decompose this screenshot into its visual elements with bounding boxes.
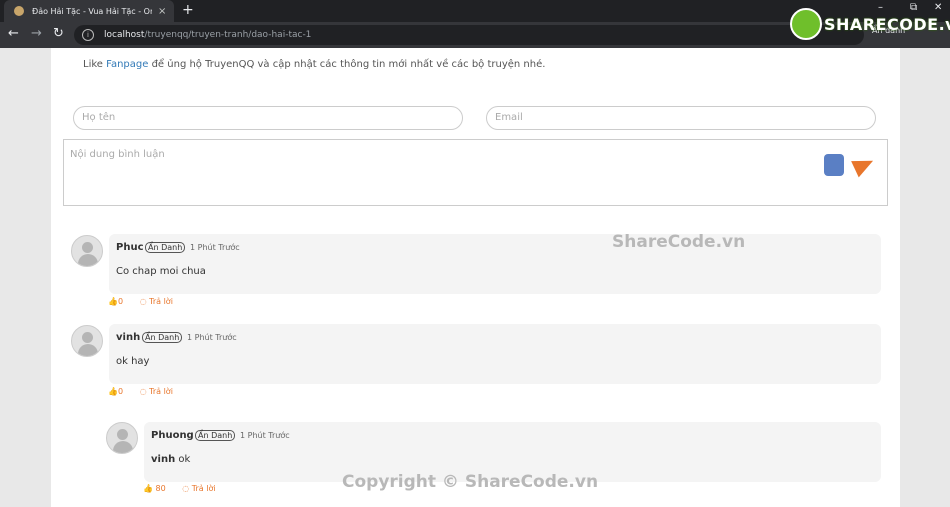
like-count: 80 [155,484,166,493]
site-info-icon[interactable]: i [82,29,94,41]
sharecode-logo: SHARECODE.vn [790,8,950,40]
logo-circle-icon [790,8,822,40]
page-content: Like Fanpage để ủng hộ TruyenQQ và cập n… [51,48,900,507]
email-input[interactable]: Email [486,106,876,130]
tab-close-icon[interactable]: × [158,6,166,17]
avatar [106,422,138,454]
comment-actions: 👍0 ◌ Trả lời [108,297,173,306]
comment-author: Phuong [151,430,194,441]
anonymous-badge: Ẩn Danh [142,332,183,343]
comment-author: Phuc [116,242,144,253]
url-host: localhost [104,30,145,40]
avatar [71,325,103,357]
notice-suffix: để ủng hộ TruyenQQ và cập nhật các thông… [148,59,546,70]
anonymous-badge: Ẩn Danh [145,242,186,253]
like-button[interactable]: 👍0 [108,297,123,306]
name-input[interactable]: Họ tên [73,106,463,130]
comment-time: 1 Phút Trước [187,333,237,342]
reply-button[interactable]: ◌ Trả lời [140,387,173,396]
new-tab-button[interactable]: + [182,2,194,18]
browser-tab[interactable]: Đảo Hải Tặc - Vua Hải Tặc - One × [4,0,174,22]
like-button[interactable]: 👍0 [108,387,123,396]
address-bar[interactable]: i localhost/truyenqq/truyen-tranh/dao-ha… [74,25,864,45]
comment-textarea[interactable]: Nội dung bình luận [63,139,888,206]
watermark-text: ShareCode.vn [612,232,746,252]
like-button[interactable]: 👍 80 [143,484,166,493]
mention[interactable]: vinh [151,454,175,465]
comment-box: Phuc Ẩn Danh 1 Phút Trước Co chap moi ch… [109,234,881,294]
avatar [71,235,103,267]
tab-favicon-icon [14,6,24,16]
sticker-icon[interactable] [824,154,844,176]
url-path: /truyenqq/truyen-tranh/dao-hai-tac-1 [144,30,312,40]
copyright-watermark: Copyright © ShareCode.vn [342,472,599,492]
forward-arrow-icon[interactable]: → [31,26,42,41]
comment-text: ok hay [116,356,150,367]
comment-placeholder: Nội dung bình luận [70,149,165,160]
reply-button[interactable]: ◌ Trả lời [182,484,215,493]
tab-title: Đảo Hải Tặc - Vua Hải Tặc - One [32,6,152,16]
notice-prefix: Like [83,59,107,70]
comment-time: 1 Phút Trước [190,243,240,252]
reload-icon[interactable]: ↻ [53,26,64,41]
comment-box: vinh Ẩn Danh 1 Phút Trước ok hay [109,324,881,384]
send-icon[interactable] [851,152,877,178]
back-arrow-icon[interactable]: ← [8,26,19,41]
like-count: 0 [117,387,124,396]
comment-actions: 👍0 ◌ Trả lời [108,387,173,396]
comment-author: vinh [116,332,141,343]
comment-time: 1 Phút Trước [240,431,290,440]
comment-text: Co chap moi chua [116,266,206,277]
anonymous-badge: Ẩn Danh [195,430,236,441]
comment-text: vinh ok [151,454,191,465]
fanpage-link[interactable]: Fanpage [106,59,148,70]
reply-button[interactable]: ◌ Trả lời [140,297,173,306]
logo-text: SHARECODE.vn [824,14,950,34]
like-count: 0 [117,297,124,306]
comment-actions: 👍 80 ◌ Trả lời [143,484,216,493]
fanpage-notice: Like Fanpage để ủng hộ TruyenQQ và cập n… [83,59,545,70]
